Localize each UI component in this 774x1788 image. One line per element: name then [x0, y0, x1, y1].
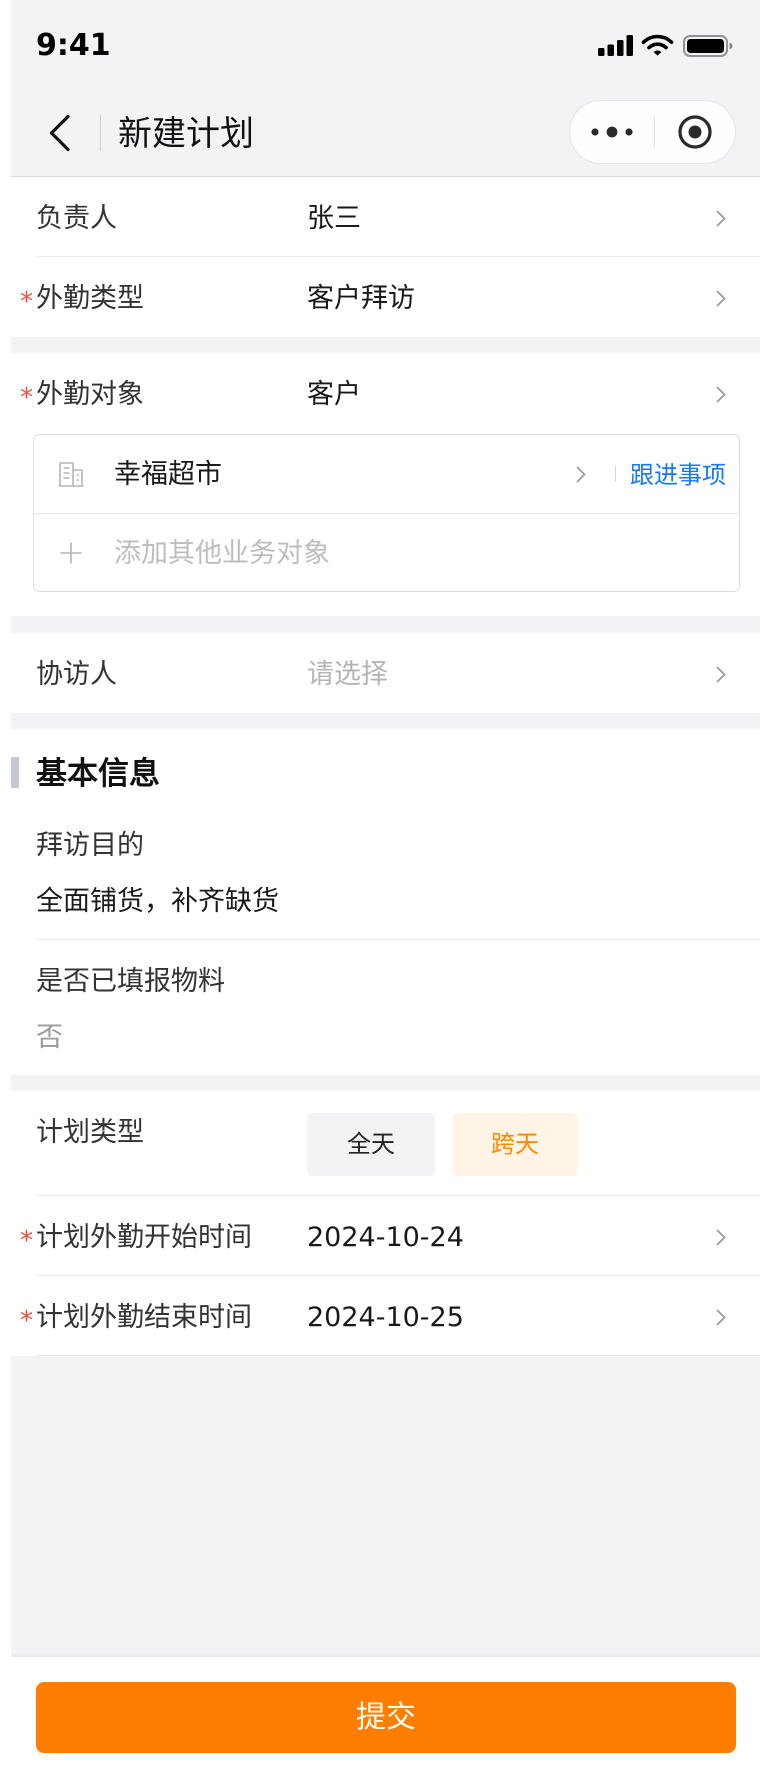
- nav-divider: [100, 115, 101, 151]
- plan-end-value: 2024-10-25: [307, 1302, 464, 1333]
- battery-icon: [683, 35, 733, 57]
- chevron-right-icon: [716, 290, 726, 307]
- visit-target-row[interactable]: * 外勤对象 客户: [11, 353, 760, 434]
- plan-type-row: 计划类型 全天 跨天: [11, 1091, 760, 1196]
- material-reported-value: 否: [36, 1022, 63, 1053]
- owner-row[interactable]: 负责人 张三: [11, 177, 760, 257]
- plan-end-row[interactable]: * 计划外勤结束时间 2024-10-25: [11, 1276, 760, 1356]
- plan-start-value: 2024-10-24: [307, 1222, 464, 1253]
- required-mark: *: [20, 1226, 33, 1256]
- building-icon: [58, 462, 84, 487]
- visit-type-value: 客户拜访: [307, 283, 415, 314]
- phone-screen: 9:41 新建计划 负责人 张三 * 外勤类型 客户拜访 * 外勤对象 客户 幸…: [11, 0, 760, 1788]
- more-dots-icon: [591, 126, 633, 138]
- wifi-icon: [641, 34, 674, 56]
- add-target-object-button[interactable]: 添加其他业务对象: [34, 514, 739, 592]
- chevron-right-icon: [716, 1309, 726, 1326]
- back-button[interactable]: [48, 114, 72, 152]
- chevron-right-icon: [576, 466, 586, 483]
- required-mark: *: [20, 287, 33, 317]
- more-button[interactable]: [570, 101, 654, 163]
- bottom-action-bar: 提交: [11, 1657, 760, 1788]
- owner-value: 张三: [307, 203, 361, 234]
- visit-purpose-value[interactable]: 全面铺货，补齐缺货: [36, 882, 279, 922]
- owner-type-section: 负责人 张三 * 外勤类型 客户拜访: [11, 177, 760, 337]
- target-object-divider: [615, 466, 616, 482]
- follow-up-link[interactable]: 跟进事项: [630, 435, 726, 513]
- visit-purpose-field[interactable]: 拜访目的 全面铺货，补齐缺货: [11, 807, 760, 940]
- basic-info-header: 基本信息: [11, 729, 760, 807]
- visit-target-value: 客户: [307, 379, 361, 410]
- page-title: 新建计划: [118, 114, 254, 154]
- companion-section: 协访人 请选择: [11, 633, 760, 713]
- visit-purpose-label: 拜访目的: [36, 830, 144, 861]
- basic-info-section: 基本信息 拜访目的 全面铺货，补齐缺货 是否已填报物料 否: [11, 729, 760, 1075]
- owner-label: 负责人: [36, 203, 117, 234]
- required-mark: *: [20, 1306, 33, 1336]
- required-mark: *: [20, 383, 33, 413]
- plan-end-label: 计划外勤结束时间: [36, 1302, 252, 1333]
- companion-row[interactable]: 协访人 请选择: [11, 633, 760, 713]
- close-button[interactable]: [655, 101, 735, 163]
- chevron-right-icon: [716, 666, 726, 683]
- nav-bar: 新建计划: [11, 91, 760, 177]
- basic-info-title: 基本信息: [36, 756, 160, 792]
- chevron-right-icon: [716, 210, 726, 227]
- add-target-object-placeholder: 添加其他业务对象: [114, 538, 330, 569]
- plus-icon: [60, 542, 82, 564]
- chevron-right-icon: [716, 1229, 726, 1246]
- visit-type-row[interactable]: * 外勤类型 客户拜访: [11, 257, 760, 337]
- visit-type-label: 外勤类型: [36, 283, 144, 314]
- signal-icon: [598, 35, 633, 56]
- mini-program-capsule: [569, 100, 736, 164]
- plan-type-option-all-day[interactable]: 全天: [307, 1113, 435, 1176]
- plan-type-label: 计划类型: [36, 1117, 144, 1148]
- plan-start-label: 计划外勤开始时间: [36, 1222, 252, 1253]
- target-object-name: 幸福超市: [114, 459, 222, 490]
- material-reported-field: 是否已填报物料 否: [11, 940, 760, 1075]
- status-time: 9:41: [36, 28, 111, 63]
- chevron-left-icon: [49, 114, 70, 152]
- section-indicator: [11, 757, 19, 788]
- material-reported-label: 是否已填报物料: [36, 966, 225, 997]
- target-card-wrap: 幸福超市 跟进事项 添加其他业务对象: [11, 434, 760, 616]
- target-icon: [678, 115, 712, 149]
- target-object-item[interactable]: 幸福超市 跟进事项: [34, 435, 739, 514]
- plan-type-option-multi-day[interactable]: 跨天: [452, 1113, 578, 1176]
- submit-button[interactable]: 提交: [36, 1682, 736, 1753]
- companion-label: 协访人: [36, 659, 117, 690]
- plan-section: 计划类型 全天 跨天 * 计划外勤开始时间 2024-10-24 * 计划外勤结…: [11, 1091, 760, 1356]
- companion-placeholder: 请选择: [307, 659, 388, 690]
- visit-target-label: 外勤对象: [36, 379, 144, 410]
- target-object-card: 幸福超市 跟进事项 添加其他业务对象: [33, 434, 740, 592]
- chevron-right-icon: [716, 386, 726, 403]
- plan-start-row[interactable]: * 计划外勤开始时间 2024-10-24: [11, 1196, 760, 1276]
- status-bar: 9:41: [11, 0, 760, 91]
- visit-target-section: * 外勤对象 客户 幸福超市 跟进事项 添加其他业务对象: [11, 353, 760, 616]
